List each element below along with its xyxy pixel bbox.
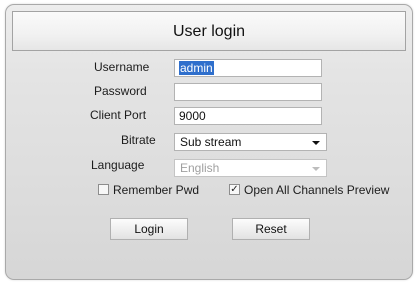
username-label: Username <box>94 60 150 74</box>
dialog-title: User login <box>172 23 246 40</box>
bitrate-label: Bitrate <box>121 133 156 147</box>
open-all-channels-label: Open All Channels Preview <box>244 183 390 197</box>
bitrate-select[interactable]: Sub stream <box>174 133 327 151</box>
username-field[interactable]: admin <box>174 59 322 77</box>
username-value: admin <box>179 61 214 75</box>
chevron-down-icon <box>312 141 320 145</box>
remember-pwd-checkbox[interactable] <box>98 184 109 195</box>
remember-pwd-option[interactable]: Remember Pwd <box>98 183 208 199</box>
reset-button[interactable]: Reset <box>232 218 310 240</box>
client-port-value: 9000 <box>179 109 206 123</box>
password-label: Password <box>94 84 147 98</box>
login-button[interactable]: Login <box>110 218 188 240</box>
open-all-channels-option[interactable]: ✓ Open All Channels Preview <box>229 183 389 199</box>
dialog-header: User login <box>12 11 406 51</box>
checkmark-icon: ✓ <box>230 184 239 195</box>
bitrate-selected-value: Sub stream <box>180 135 242 149</box>
language-selected-value: English <box>180 161 220 175</box>
language-select[interactable]: English <box>174 159 327 177</box>
client-port-label: Client Port <box>90 108 147 122</box>
client-port-field[interactable]: 9000 <box>174 107 322 125</box>
chevron-down-icon <box>312 167 320 171</box>
password-field[interactable] <box>174 83 322 101</box>
language-label: Language <box>91 158 145 172</box>
open-all-channels-checkbox[interactable]: ✓ <box>229 184 240 195</box>
remember-pwd-label: Remember Pwd <box>113 183 200 197</box>
